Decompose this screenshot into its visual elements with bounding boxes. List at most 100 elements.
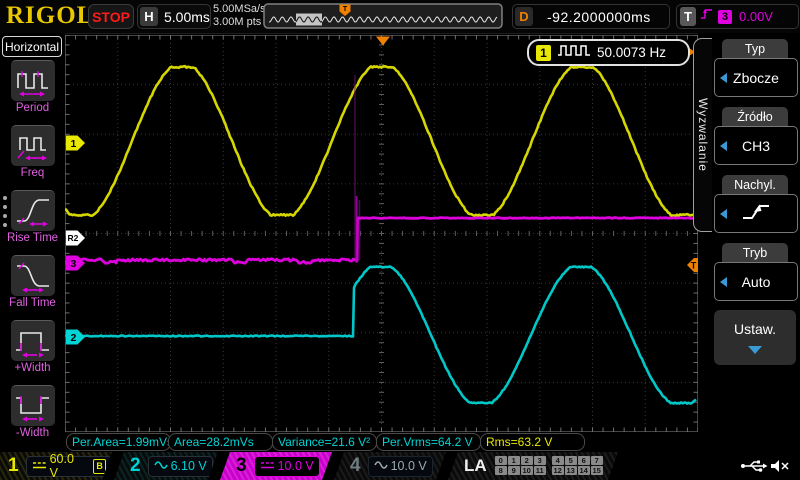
measure-item-freq[interactable]: Freq <box>0 125 65 179</box>
preview-window[interactable] <box>296 14 322 26</box>
freq-icon <box>11 125 55 166</box>
measure-item-label: Freq <box>0 167 65 179</box>
measurement-variance[interactable]: Variance=21.6 V² <box>272 433 377 451</box>
measure-item-fall-time[interactable]: Fall Time <box>0 255 65 309</box>
measure-item-label: -Width <box>0 427 65 439</box>
delay-value: -92.2000000ms <box>547 9 651 25</box>
menu-page-dot <box>3 196 7 200</box>
trigger-slope-icon <box>700 7 714 26</box>
channel-4-chip[interactable]: 4 10.0 V <box>334 452 446 480</box>
menu-page-dot <box>3 214 7 218</box>
trigger-menu-header-rdo: Źródło <box>722 107 788 126</box>
channel-3-chip[interactable]: 3 10.0 V <box>220 452 332 480</box>
channel-value-box: 60.0 VB <box>26 456 112 477</box>
sample-rate-readout: 5.00MSa/s 3.00M pts <box>213 3 266 29</box>
trigger-t-icon: T <box>680 7 696 26</box>
square-wave-icon <box>557 43 591 62</box>
la-digit-9: 9 <box>508 466 520 475</box>
trigger-menu: Wyzwalanie TypZboczeŹródłoCH3Nachyl.Tryb… <box>698 33 800 452</box>
menu-page-dot <box>3 205 7 209</box>
trigger-typ-value: Zbocze <box>733 70 779 86</box>
fall-time-icon <box>11 255 55 296</box>
la-digit-4: 4 <box>552 456 564 465</box>
channel-number: 1 <box>8 452 19 480</box>
measure-menu: Horizontal PeriodFreqRise TimeFall Time+… <box>0 33 65 452</box>
period-icon <box>11 60 55 101</box>
channel-value-box: 10.0 V <box>368 456 433 477</box>
trigger-tryb-value: Auto <box>742 274 771 290</box>
la-digit-8: 8 <box>495 466 507 475</box>
chevron-left-icon <box>720 73 727 83</box>
ac-coupling-icon <box>154 460 168 470</box>
usb-icon <box>740 459 768 478</box>
trigger-menu-value-nachyl[interactable] <box>714 194 798 233</box>
la-digit-12: 12 <box>552 466 564 475</box>
la-digit-5: 5 <box>565 456 577 465</box>
trigger-menu-value-rdo[interactable]: CH3 <box>714 126 798 165</box>
trigger-rdo-value: CH3 <box>742 138 770 154</box>
trigger-setup-button[interactable]: Ustaw. <box>714 310 796 365</box>
trigger-menu-value-typ[interactable]: Zbocze <box>714 58 798 97</box>
coupling-icon <box>32 457 47 475</box>
measure-item-label: Fall Time <box>0 297 65 309</box>
la-digit-11: 11 <box>534 466 546 475</box>
trigger-menu-tab-label: Wyzwalanie <box>696 98 710 172</box>
horizontal-timebase-box[interactable]: H 5.00ms <box>137 4 211 29</box>
top-status-bar: RIGOL STOP H 5.00ms 5.00MSa/s 3.00M pts … <box>0 0 800 34</box>
dc-coupling-icon <box>260 460 275 470</box>
run-state-indicator: STOP <box>88 4 134 29</box>
waveform-preview-strip[interactable]: T <box>263 3 503 34</box>
la-digit-10: 10 <box>521 466 533 475</box>
la-digit-13: 13 <box>565 466 577 475</box>
svg-text:3: 3 <box>71 258 77 270</box>
coupling-icon <box>154 457 168 475</box>
coupling-icon <box>374 457 388 475</box>
trigger-menu-header-tryb: Tryb <box>722 243 788 262</box>
svg-text:1: 1 <box>71 138 77 150</box>
trigger-menu-value-tryb[interactable]: Auto <box>714 262 798 301</box>
rise-time-icon <box>11 190 55 231</box>
counter-channel-badge: 1 <box>536 45 551 61</box>
logic-analyzer-chip[interactable]: LA 0123456789101112131415 <box>448 452 618 480</box>
channel-scale-value: 10.0 V <box>278 459 314 473</box>
measure-item-rise-time[interactable]: Rise Time <box>0 190 65 244</box>
la-digit-1: 1 <box>508 456 520 465</box>
measurement-per-vrms[interactable]: Per.Vrms=64.2 V <box>376 433 481 451</box>
channel-number: 4 <box>350 452 361 480</box>
channel-2-chip[interactable]: 26.10 V <box>114 452 218 480</box>
channel-scale-value: 6.10 V <box>171 459 207 473</box>
svg-text:2: 2 <box>71 332 77 344</box>
trigger-menu-header-typ: Typ <box>722 39 788 58</box>
svg-text:T: T <box>343 6 348 13</box>
delay-box[interactable]: D -92.2000000ms <box>512 4 670 29</box>
dc-coupling-icon <box>32 460 47 470</box>
la-label: LA <box>464 456 487 476</box>
trigger-menu-tab[interactable]: Wyzwalanie <box>693 38 712 232</box>
channel-1-chip[interactable]: 1 60.0 VB <box>0 452 112 480</box>
channel-value-box: 6.10 V <box>148 456 213 477</box>
measurement-bar: Per.Area=1.99mVsArea=28.2mVsVariance=21.… <box>65 433 698 452</box>
measure-item-period[interactable]: Period <box>0 60 65 114</box>
measurement-per-area[interactable]: Per.Area=1.99mVs <box>66 433 171 451</box>
trigger-status-box[interactable]: T 3 0.00V <box>676 4 799 29</box>
la-digit-grid: 0123456789101112131415 <box>495 456 603 476</box>
channel-status-bar: 160.0 VB26.10 V310.0 V410.0 V LA 0123456… <box>0 452 800 480</box>
la-digit-6: 6 <box>578 456 590 465</box>
measure-item--width[interactable]: -Width <box>0 385 65 439</box>
measurement-area[interactable]: Area=28.2mVs <box>168 433 273 451</box>
chevron-left-icon <box>720 277 727 287</box>
neg-width-icon <box>11 385 55 426</box>
channel-number: 3 <box>236 452 247 480</box>
timebase-value: 5.00ms <box>164 9 210 25</box>
measure-item--width[interactable]: +Width <box>0 320 65 374</box>
channel-scale-value: 10.0 V <box>391 459 427 473</box>
svg-text:R2: R2 <box>68 233 79 243</box>
waveform-display: 1R232T <box>65 35 698 432</box>
memory-depth: 3.00M pts <box>213 16 266 29</box>
speaker-muted-icon <box>770 459 790 478</box>
la-digit-15: 15 <box>591 466 603 475</box>
measure-item-label: Rise Time <box>0 232 65 244</box>
la-digit-14: 14 <box>578 466 590 475</box>
coupling-icon <box>260 457 275 475</box>
measurement-rms[interactable]: Rms=63.2 V <box>480 433 585 451</box>
